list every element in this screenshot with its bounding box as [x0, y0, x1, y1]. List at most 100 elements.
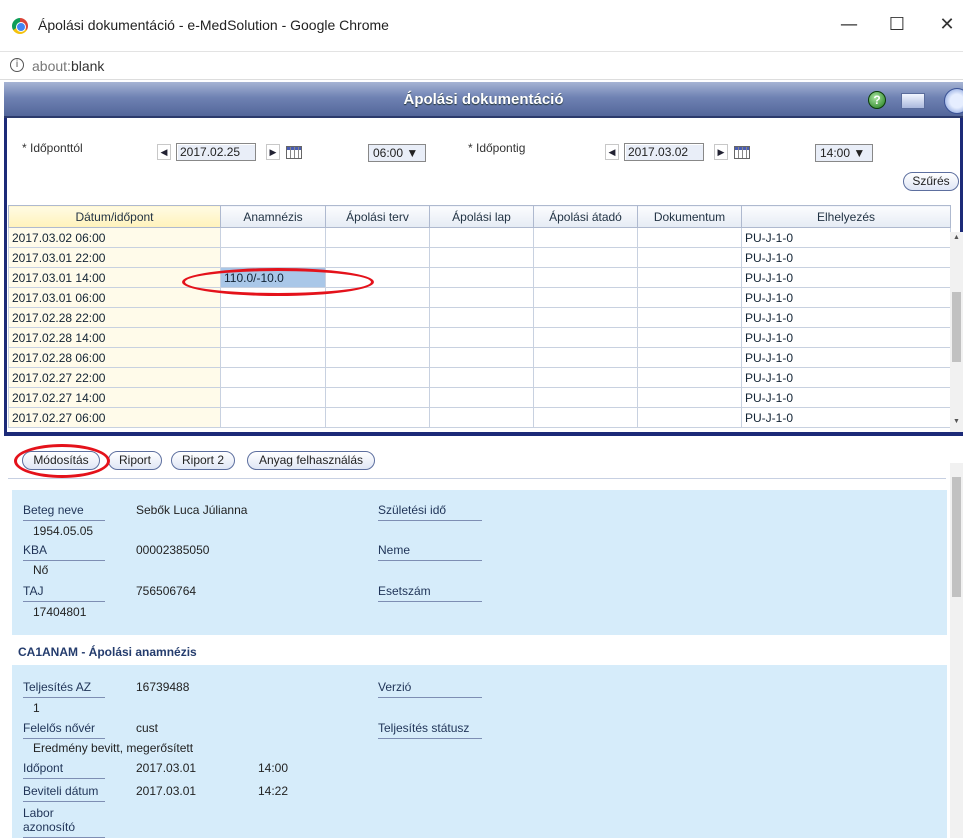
to-prev-arrow[interactable]: ◀ [605, 144, 619, 160]
table-cell[interactable] [325, 267, 430, 288]
from-date-field[interactable]: 2017.02.25 [176, 143, 256, 161]
table-cell[interactable]: PU-J-1-0 [741, 367, 951, 388]
table-cell[interactable] [637, 227, 742, 248]
table-cell[interactable] [325, 407, 430, 428]
table-cell[interactable] [220, 307, 326, 328]
table-cell[interactable] [429, 347, 534, 368]
grid-scroll-down-icon[interactable]: ▼ [953, 418, 960, 425]
table-cell[interactable] [637, 367, 742, 388]
to-date-field[interactable]: 2017.03.02 [624, 143, 704, 161]
table-cell[interactable] [533, 307, 638, 328]
table-row[interactable]: 2017.03.01 06:00 PU-J-1-0 [8, 287, 951, 308]
table-cell[interactable]: PU-J-1-0 [741, 347, 951, 368]
table-cell[interactable]: PU-J-1-0 [741, 307, 951, 328]
table-cell[interactable] [533, 347, 638, 368]
table-cell[interactable] [533, 287, 638, 308]
material-usage-button[interactable]: Anyag felhasználás [247, 451, 375, 470]
window-icon[interactable] [901, 93, 925, 109]
to-time-select[interactable]: 14:00 ▼ [815, 144, 873, 162]
grid-scroll-thumb[interactable] [952, 292, 961, 362]
table-cell[interactable]: PU-J-1-0 [741, 267, 951, 288]
table-cell[interactable] [220, 407, 326, 428]
from-time-select[interactable]: 06:00 ▼ [368, 144, 426, 162]
table-cell[interactable] [325, 387, 430, 408]
table-row[interactable]: 2017.02.27 22:00 PU-J-1-0 [8, 367, 951, 388]
table-cell[interactable]: 2017.03.01 14:00 [8, 267, 221, 288]
close-button[interactable]: ✕ [932, 12, 962, 38]
table-row[interactable]: 2017.03.01 22:00 PU-J-1-0 [8, 247, 951, 268]
table-cell[interactable]: 2017.02.27 14:00 [8, 387, 221, 408]
table-cell[interactable] [637, 327, 742, 348]
table-cell[interactable] [637, 267, 742, 288]
table-cell[interactable] [637, 347, 742, 368]
help-icon[interactable]: ? [868, 91, 886, 109]
table-cell[interactable] [533, 227, 638, 248]
table-cell[interactable] [429, 247, 534, 268]
table-cell[interactable] [429, 387, 534, 408]
table-row[interactable]: 2017.03.02 06:00 PU-J-1-0 [8, 227, 951, 248]
url-text[interactable]: about:blank [32, 58, 104, 74]
col-header-handover[interactable]: Ápolási átadó [533, 205, 638, 228]
from-calendar-icon[interactable] [286, 146, 302, 159]
table-cell[interactable] [533, 327, 638, 348]
table-cell[interactable] [220, 287, 326, 308]
to-calendar-icon[interactable] [734, 146, 750, 159]
table-cell[interactable] [429, 307, 534, 328]
table-cell[interactable] [637, 247, 742, 268]
table-cell[interactable] [325, 227, 430, 248]
table-row[interactable]: 2017.02.27 14:00 PU-J-1-0 [8, 387, 951, 408]
from-prev-arrow[interactable]: ◀ [157, 144, 171, 160]
table-cell[interactable] [429, 327, 534, 348]
table-cell[interactable]: 2017.03.02 06:00 [8, 227, 221, 248]
table-cell[interactable]: 2017.03.01 06:00 [8, 287, 221, 308]
grid-scrollbar[interactable]: ▲ ▼ [950, 232, 963, 432]
table-cell[interactable]: PU-J-1-0 [741, 227, 951, 248]
table-cell[interactable]: PU-J-1-0 [741, 407, 951, 428]
table-cell[interactable]: PU-J-1-0 [741, 327, 951, 348]
clock-icon[interactable] [944, 88, 963, 114]
table-cell[interactable]: PU-J-1-0 [741, 387, 951, 408]
info-icon[interactable]: i [10, 58, 24, 72]
table-cell[interactable] [325, 367, 430, 388]
table-cell[interactable] [325, 327, 430, 348]
table-cell[interactable] [220, 327, 326, 348]
to-next-arrow[interactable]: ▶ [714, 144, 728, 160]
address-bar[interactable]: i about:blank [0, 52, 963, 80]
table-cell[interactable] [325, 247, 430, 268]
table-cell[interactable] [533, 387, 638, 408]
table-row[interactable]: 2017.02.27 06:00 PU-J-1-0 [8, 407, 951, 428]
table-row[interactable]: 2017.02.28 14:00 PU-J-1-0 [8, 327, 951, 348]
maximize-button[interactable]: ☐ [882, 12, 912, 38]
table-cell[interactable] [220, 347, 326, 368]
table-cell[interactable] [533, 267, 638, 288]
table-cell[interactable] [429, 367, 534, 388]
col-header-datetime[interactable]: Dátum/időpont [8, 205, 221, 228]
table-cell[interactable] [220, 247, 326, 268]
table-cell[interactable] [429, 227, 534, 248]
table-cell[interactable] [637, 387, 742, 408]
table-cell[interactable]: 2017.03.01 22:00 [8, 247, 221, 268]
table-cell[interactable] [429, 407, 534, 428]
table-cell[interactable]: 2017.02.28 06:00 [8, 347, 221, 368]
table-row[interactable]: 2017.02.28 22:00 PU-J-1-0 [8, 307, 951, 328]
table-cell[interactable] [220, 227, 326, 248]
table-cell[interactable] [637, 307, 742, 328]
filter-button[interactable]: Szűrés [903, 172, 959, 191]
details-scrollbar[interactable] [950, 463, 963, 838]
report2-button[interactable]: Riport 2 [171, 451, 235, 470]
minimize-button[interactable]: — [834, 12, 864, 38]
table-cell[interactable] [220, 387, 326, 408]
table-cell[interactable] [533, 247, 638, 268]
table-cell[interactable] [637, 287, 742, 308]
from-next-arrow[interactable]: ▶ [266, 144, 280, 160]
col-header-document[interactable]: Dokumentum [637, 205, 742, 228]
grid-scroll-up-icon[interactable]: ▲ [953, 234, 960, 241]
table-cell[interactable]: 2017.02.28 22:00 [8, 307, 221, 328]
table-row[interactable]: 2017.02.28 06:00 PU-J-1-0 [8, 347, 951, 368]
table-cell[interactable] [533, 407, 638, 428]
col-header-care-sheet[interactable]: Ápolási lap [429, 205, 534, 228]
table-cell[interactable] [429, 267, 534, 288]
table-cell[interactable] [220, 367, 326, 388]
table-cell[interactable]: PU-J-1-0 [741, 247, 951, 268]
col-header-location[interactable]: Elhelyezés [741, 205, 951, 228]
